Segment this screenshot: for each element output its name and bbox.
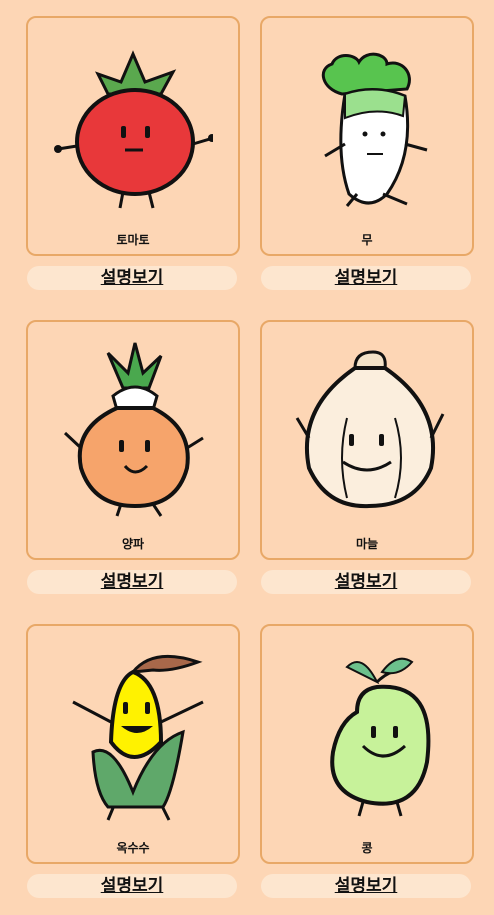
tomato-icon [54,50,213,209]
view-description-button[interactable]: 설명보기 [27,874,237,898]
vegetable-card[interactable]: 옥수수 [26,624,240,864]
vegetable-grid: 토마토 설명보기 무 설명보기 양파 설명보기 마늘 설명보기 옥수수 설명보기… [0,0,494,915]
view-description-button[interactable]: 설명보기 [261,570,471,594]
vegetable-card[interactable]: 무 [260,16,474,256]
view-description-button[interactable]: 설명보기 [261,266,471,290]
vegetable-item-radish: 무 설명보기 [260,16,474,290]
vegetable-item-bean: 콩 설명보기 [260,624,474,898]
vegetable-name: 토마토 [116,233,150,247]
vegetable-item-onion: 양파 설명보기 [26,320,240,594]
vegetable-name: 옥수수 [116,841,150,855]
corn-icon [72,654,204,821]
onion-icon [63,342,204,517]
vegetable-card[interactable]: 토마토 [26,16,240,256]
view-description-button[interactable]: 설명보기 [27,266,237,290]
radish-icon [321,52,428,207]
vegetable-item-tomato: 토마토 설명보기 [26,16,240,290]
vegetable-item-garlic: 마늘 설명보기 [260,320,474,594]
vegetable-name: 무 [361,233,373,247]
vegetable-card[interactable]: 양파 [26,320,240,560]
vegetable-name: 콩 [361,841,373,855]
vegetable-card[interactable]: 콩 [260,624,474,864]
view-description-button[interactable]: 설명보기 [261,874,471,898]
vegetable-name: 양파 [121,537,145,551]
vegetable-item-corn: 옥수수 설명보기 [26,624,240,898]
garlic-icon [295,350,445,509]
view-description-button[interactable]: 설명보기 [27,570,237,594]
vegetable-card[interactable]: 마늘 [260,320,474,560]
vegetable-name: 마늘 [355,537,379,551]
bean-icon [330,657,431,817]
